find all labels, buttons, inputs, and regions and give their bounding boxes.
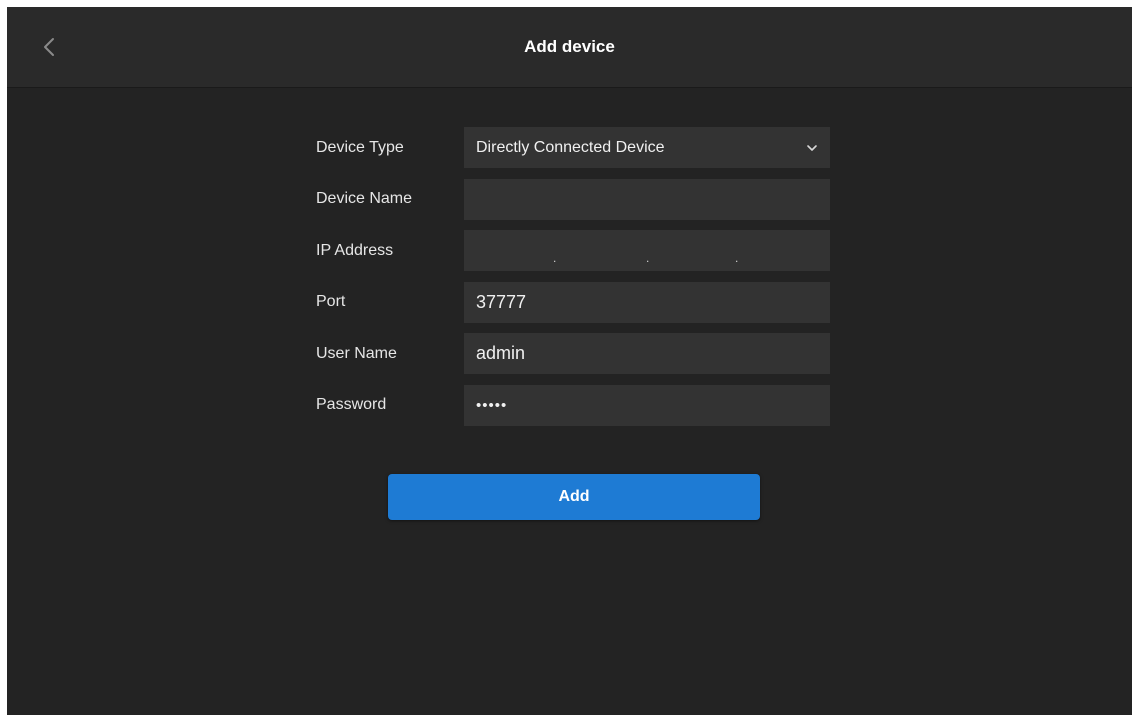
device-name-field[interactable] bbox=[464, 178, 830, 220]
password-field[interactable]: ••••• bbox=[464, 384, 830, 426]
user-name-value: admin bbox=[476, 343, 526, 363]
device-name-label: Device Name bbox=[316, 190, 413, 207]
ip-separator: . bbox=[553, 251, 557, 265]
device-type-select[interactable]: Directly Connected Device bbox=[464, 127, 830, 168]
user-name-label: User Name bbox=[316, 344, 397, 362]
port-label: Port bbox=[316, 293, 346, 310]
page-title: Add device bbox=[524, 37, 615, 56]
ip-address-field[interactable]: . . . bbox=[464, 230, 830, 271]
port-field[interactable]: 37777 bbox=[464, 281, 830, 323]
add-device-form: Device Type Directly Connected Device De… bbox=[316, 127, 830, 436]
ip-separator: . bbox=[646, 251, 650, 265]
device-type-value: Directly Connected Device bbox=[476, 138, 665, 156]
add-button[interactable]: Add bbox=[388, 474, 760, 520]
header-bar: Add device bbox=[7, 7, 1132, 87]
password-value: ••••• bbox=[476, 396, 508, 414]
ip-address-row: IP Address . . . bbox=[316, 230, 830, 271]
user-name-field[interactable]: admin bbox=[464, 333, 830, 374]
device-type-label: Device Type bbox=[316, 138, 404, 156]
user-name-row: User Name admin bbox=[316, 333, 830, 374]
port-row: Port 37777 bbox=[316, 281, 830, 323]
port-value: 37777 bbox=[476, 291, 527, 312]
device-name-row: Device Name bbox=[316, 178, 830, 220]
chevron-down-icon bbox=[807, 144, 817, 151]
password-row: Password ••••• bbox=[316, 384, 830, 426]
ip-separator: . bbox=[735, 251, 739, 265]
ip-address-label: IP Address bbox=[316, 241, 394, 259]
device-type-row: Device Type Directly Connected Device bbox=[316, 127, 830, 168]
add-device-screen: Add device Device Type Directly Connecte… bbox=[7, 7, 1132, 715]
device-name-input[interactable] bbox=[476, 188, 818, 210]
password-label: Password bbox=[316, 396, 387, 413]
